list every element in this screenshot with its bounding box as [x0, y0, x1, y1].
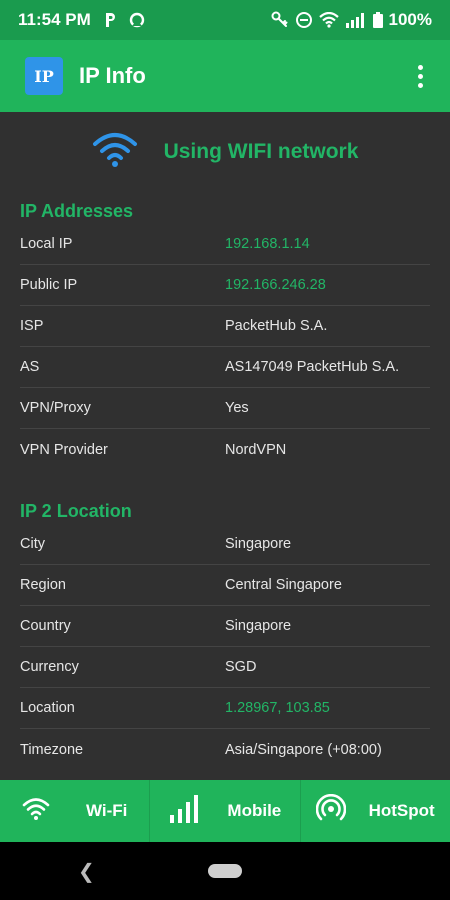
- row-value: Asia/Singapore (+08:00): [225, 741, 382, 758]
- row-label: Local IP: [20, 236, 73, 252]
- row-label: Currency: [20, 659, 79, 675]
- row-label: City: [20, 536, 45, 552]
- row-label: VPN/Proxy: [20, 400, 91, 416]
- app-logo: IP: [25, 57, 63, 95]
- row-label: Location: [20, 700, 75, 716]
- row-label: Public IP: [20, 277, 78, 293]
- row-value: SGD: [225, 659, 257, 675]
- app-title: IP Info: [79, 63, 146, 88]
- info-row-vpn-proxy: VPN/Proxy Yes: [20, 388, 430, 429]
- battery-percent: 100%: [388, 10, 432, 29]
- info-row-vpn-provider: VPN Provider NordVPN: [20, 429, 430, 470]
- row-value: 192.166.246.28: [225, 277, 326, 293]
- location-link[interactable]: 1.28967, 103.85: [225, 700, 330, 716]
- nav-hotspot-button[interactable]: HotSpot: [301, 780, 450, 842]
- home-pill[interactable]: [208, 864, 242, 878]
- info-row-city: City Singapore: [20, 524, 430, 565]
- info-row-country: Country Singapore: [20, 606, 430, 647]
- dnd-icon: [295, 11, 313, 29]
- row-value: Central Singapore: [225, 577, 342, 593]
- wifi-icon: [22, 797, 50, 826]
- key-icon: [271, 11, 289, 29]
- section-title: IP 2 Location: [20, 501, 132, 521]
- network-status-label: Using WIFI network: [163, 140, 359, 163]
- row-value: NordVPN: [225, 441, 287, 458]
- nav-label: Mobile: [227, 801, 282, 820]
- row-value: PacketHub S.A.: [225, 318, 328, 334]
- row-value: AS147049 PacketHub S.A.: [225, 359, 400, 375]
- ip-addresses-section: IP Addresses Local IP 192.168.1.14 Publi…: [20, 192, 430, 470]
- section-title: IP Addresses: [20, 201, 134, 221]
- status-bar: 11:54 PM 100%: [0, 0, 450, 40]
- row-label: ISP: [20, 318, 44, 334]
- info-row-local-ip: Local IP 192.168.1.14: [20, 224, 430, 265]
- info-row-location[interactable]: Location 1.28967, 103.85: [20, 688, 430, 729]
- info-row-isp: ISP PacketHub S.A.: [20, 306, 430, 347]
- row-label: VPN Provider: [20, 441, 108, 458]
- info-row-region: Region Central Singapore: [20, 565, 430, 606]
- info-row-as: AS AS147049 PacketHub S.A.: [20, 347, 430, 388]
- nav-wifi-button[interactable]: Wi-Fi: [0, 780, 151, 842]
- status-time: 11:54 PM: [18, 10, 91, 29]
- wifi-icon: [92, 132, 138, 173]
- ip-location-section: IP 2 Location City Singapore Region Cent…: [20, 492, 430, 770]
- row-value: 192.168.1.14: [225, 236, 310, 252]
- back-icon[interactable]: ❮: [78, 859, 95, 884]
- p-notification-icon: [103, 12, 117, 28]
- nav-mobile-button[interactable]: Mobile: [150, 780, 301, 842]
- info-row-currency: Currency SGD: [20, 647, 430, 688]
- row-label: Timezone: [20, 741, 84, 758]
- hotspot-icon: [315, 793, 347, 829]
- sync-icon: [129, 12, 145, 28]
- overflow-menu-icon[interactable]: [408, 58, 432, 94]
- nav-label: Wi-Fi: [85, 801, 128, 820]
- info-row-timezone: Timezone Asia/Singapore (+08:00): [20, 729, 430, 770]
- row-value: Yes: [225, 400, 249, 416]
- ip-info-content: Using WIFI network IP Addresses Local IP…: [0, 112, 450, 780]
- bottom-nav: Wi-Fi Mobile HotSpot: [0, 780, 450, 842]
- signal-bars-icon: [169, 794, 199, 828]
- battery-icon: [372, 12, 383, 28]
- system-nav-bar: ❮: [0, 842, 450, 900]
- wifi-status-icon: [318, 12, 339, 28]
- row-value: Singapore: [225, 618, 292, 634]
- row-value: Singapore: [225, 536, 292, 552]
- app-bar: IP IP Info: [0, 40, 450, 112]
- row-label: Country: [20, 618, 71, 634]
- nav-label: HotSpot: [368, 801, 435, 820]
- network-banner: Using WIFI network: [20, 112, 430, 192]
- row-label: Region: [20, 577, 66, 593]
- info-row-public-ip: Public IP 192.166.246.28: [20, 265, 430, 306]
- signal-icon: [345, 12, 367, 28]
- row-label: AS: [20, 359, 40, 375]
